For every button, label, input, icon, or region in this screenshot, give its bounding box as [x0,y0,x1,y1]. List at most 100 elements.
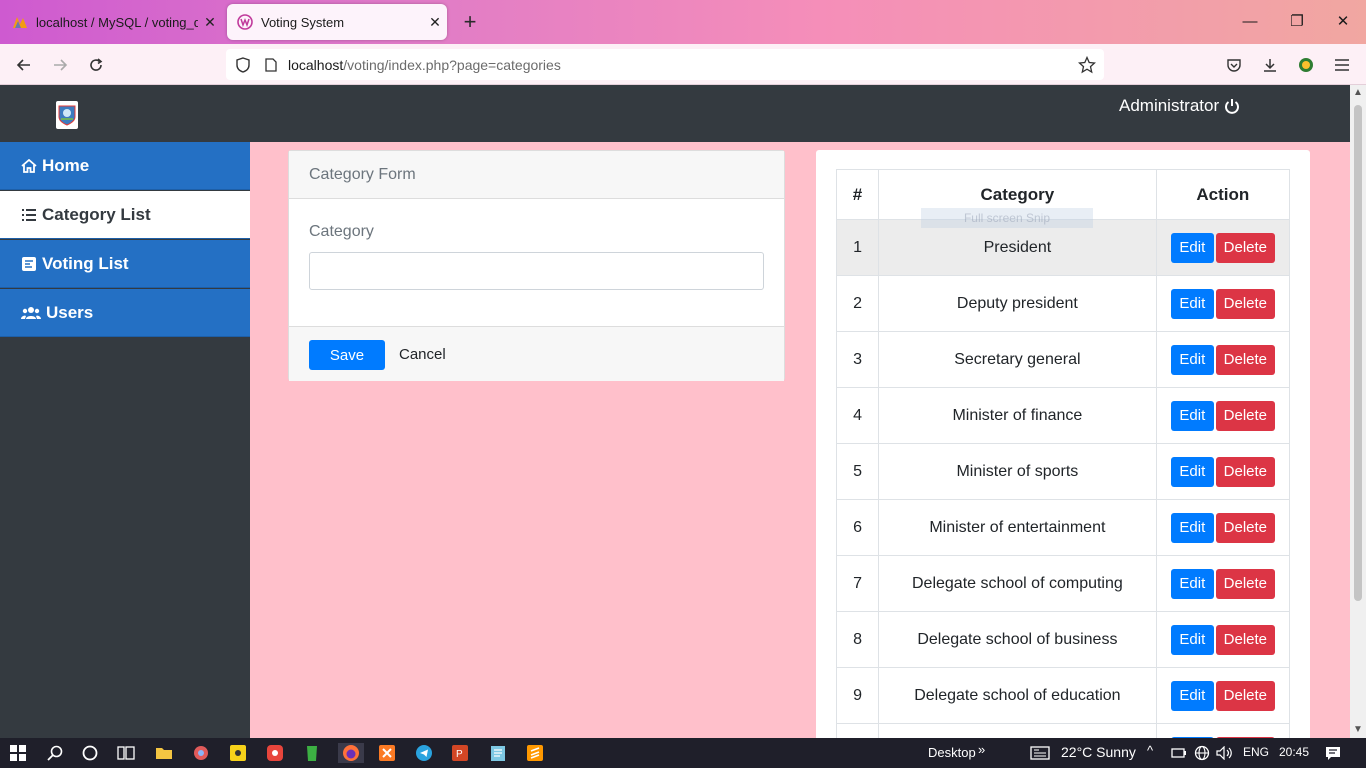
row-number: 2 [835,275,880,332]
browser-tab-bar: localhost / MySQL / voting_db | ✕ Voting… [0,0,1366,44]
notepad-icon[interactable] [487,743,509,763]
delete-button[interactable]: Delete [1215,512,1275,543]
row-category [878,723,1157,738]
browser-tab-phpmyadmin[interactable]: localhost / MySQL / voting_db | ✕ [0,0,222,44]
sidebar-item-voting-list[interactable]: Voting List [0,240,250,288]
delete-button[interactable]: Delete [1215,232,1275,263]
table-row: 6 Minister of entertainment Edit Delete [835,499,1291,556]
site-favicon-icon [237,14,253,30]
user-menu[interactable]: Administrator [1119,96,1240,116]
tab-label: localhost / MySQL / voting_db | [36,14,198,30]
sidebar-item-category-list[interactable]: Category List [0,191,250,239]
chevron-double-right-icon[interactable]: » [978,742,985,757]
edit-button[interactable]: Edit [1170,232,1214,263]
chevron-up-icon[interactable]: ^ [1147,743,1153,758]
shield-icon[interactable] [232,54,254,76]
sidebar-item-label: Home [42,155,90,175]
sidebar-item-users[interactable]: Users [0,289,250,337]
extension-icon[interactable] [1294,53,1318,77]
green-app-icon[interactable] [301,743,323,763]
minimize-icon[interactable]: — [1240,12,1260,32]
bookmark-star-icon[interactable] [1076,54,1098,76]
page-icon[interactable] [260,54,282,76]
edit-button[interactable]: Edit [1170,680,1214,711]
app-logo [56,101,78,129]
delete-button[interactable]: Delete [1215,456,1275,487]
edit-button[interactable]: Edit [1170,568,1214,599]
scrollbar-thumb[interactable] [1354,105,1362,601]
form-title: Category Form [289,151,784,199]
edit-button[interactable]: Edit [1170,400,1214,431]
snip-overlay-hint: Full screen Snip [921,208,1093,228]
row-actions: EditDelete [1155,667,1291,724]
globe-icon[interactable] [1191,743,1213,763]
main-content: Category Form Category Save Cancel # Cat… [250,142,1350,738]
row-number: 4 [835,387,880,444]
power-icon[interactable] [1224,98,1240,114]
firefox-icon[interactable] [338,743,364,763]
address-bar[interactable]: localhost/voting/index.php?page=categori… [226,49,1104,80]
menu-icon[interactable] [1330,53,1354,77]
clock[interactable]: 20:45 [1279,745,1309,759]
row-actions: EditDelete [1155,611,1291,668]
tab-label: Voting System [261,14,345,30]
reload-icon[interactable] [84,53,108,77]
sticky-notes-icon[interactable] [227,743,249,763]
battery-icon[interactable] [1168,743,1190,763]
volume-icon[interactable] [1214,743,1236,763]
save-button[interactable]: Save [309,340,385,370]
restore-icon[interactable]: ❐ [1287,12,1307,32]
edit-button[interactable]: Edit [1170,456,1214,487]
news-icon[interactable] [1029,743,1051,763]
app-header: Administrator [0,85,1350,142]
category-table: # Category Action 1 President Edit Delete 2 D… [835,169,1291,738]
row-category: Minister of finance [878,387,1157,444]
powerpoint-icon[interactable]: P [449,743,471,763]
language-indicator[interactable]: ENG [1243,745,1269,759]
notification-icon[interactable] [1322,743,1344,763]
file-explorer-icon[interactable] [153,743,175,763]
delete-button[interactable]: Delete [1215,680,1275,711]
forward-icon[interactable] [48,53,72,77]
weather-text[interactable]: 22°C Sunny [1061,744,1136,760]
category-input[interactable] [309,252,764,290]
delete-button[interactable]: Delete [1215,288,1275,319]
scroll-up-icon[interactable]: ▲ [1350,85,1366,101]
task-view-icon[interactable] [115,743,137,763]
row-number: 6 [835,499,880,556]
delete-button[interactable]: Delete [1215,624,1275,655]
url-host: localhost [288,56,344,73]
close-icon[interactable]: ✕ [198,14,222,31]
telegram-icon[interactable] [413,743,435,763]
browser-nav-bar: localhost/voting/index.php?page=categori… [0,44,1366,85]
app-icon-mixed[interactable] [190,743,212,763]
row-actions: EditDelete [1155,331,1291,388]
delete-button[interactable]: Delete [1215,344,1275,375]
browser-tab-voting-system[interactable]: Voting System ✕ [227,4,447,40]
scroll-down-icon[interactable]: ▼ [1350,722,1366,738]
desktop-toolbar-label[interactable]: Desktop [928,745,976,760]
window-close-icon[interactable]: ✕ [1333,12,1353,32]
cancel-button[interactable]: Cancel [399,340,446,370]
windows-start-icon[interactable] [7,743,29,763]
row-actions: EditDelete [1155,219,1291,276]
cortana-icon[interactable] [79,743,101,763]
edit-button[interactable]: Edit [1170,344,1214,375]
close-icon[interactable]: ✕ [423,14,447,31]
edit-button[interactable]: Edit [1170,624,1214,655]
search-icon[interactable] [44,743,66,763]
download-icon[interactable] [1258,53,1282,77]
back-icon[interactable] [12,53,36,77]
new-tab-icon[interactable]: + [458,10,482,34]
edit-button[interactable]: Edit [1170,288,1214,319]
xampp-icon[interactable] [376,743,398,763]
delete-button[interactable]: Delete [1215,400,1275,431]
page-scrollbar[interactable]: ▲ ▼ [1350,85,1366,738]
recorder-icon[interactable] [264,743,286,763]
pocket-icon[interactable] [1222,53,1246,77]
sublime-text-icon[interactable] [524,743,546,763]
category-form-card: Category Form Category Save Cancel [288,150,785,381]
sidebar-item-home[interactable]: Home [0,142,250,190]
edit-button[interactable]: Edit [1170,512,1214,543]
delete-button[interactable]: Delete [1215,568,1275,599]
